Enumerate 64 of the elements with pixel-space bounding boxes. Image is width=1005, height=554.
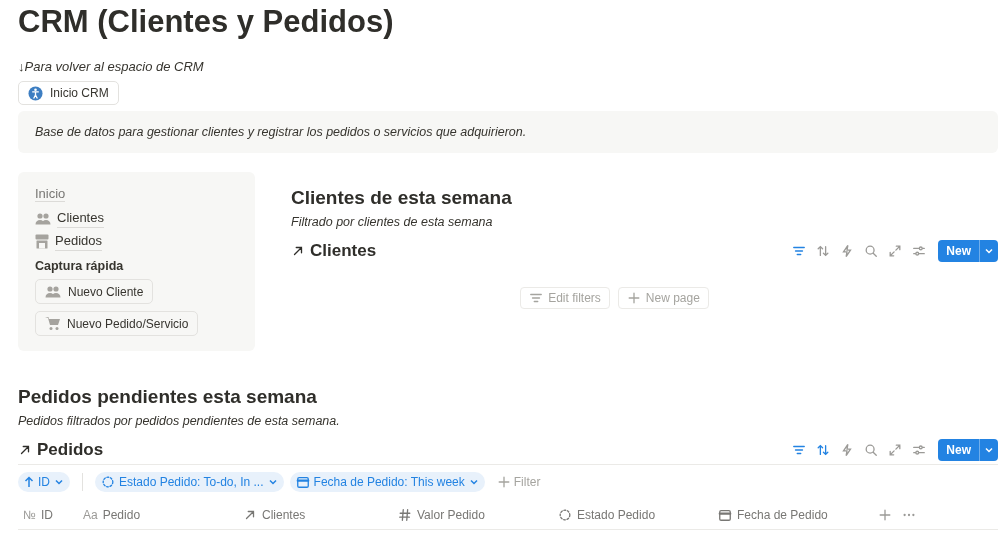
nav-link[interactable]: Pedidos [35,232,102,251]
new-button[interactable]: New [938,240,998,262]
search-icon [864,244,879,258]
empty-action-button[interactable]: New page [617,287,709,309]
nav-link[interactable]: Clientes [35,209,104,228]
filter-icon [529,291,544,305]
quick-add-button[interactable]: Nuevo Cliente [35,279,154,304]
filter-chip[interactable]: Fecha de Pedido: This week [289,472,485,492]
lightning-icon [840,244,855,258]
hash-icon [398,507,412,522]
home-link[interactable]: Inicio [35,186,66,202]
quick-add-button[interactable]: Nuevo Pedido/Servicio [35,311,199,336]
section-heading: Pedidos pendientes esta semana [18,385,318,409]
quick-capture-heading: Captura rápida [35,259,124,273]
column-header[interactable]: Valor Pedido [393,507,553,522]
settings-icon [912,244,927,258]
accessibility-icon [28,85,43,101]
add-filter-button[interactable]: Filter [490,474,547,490]
column-header[interactable]: Aa Pedido [78,507,238,522]
settings-icon [912,443,927,457]
database-link[interactable]: Clientes [291,241,377,261]
filter-chip[interactable]: Estado Pedido: To-do, In ... [95,472,284,492]
caret-icon [984,445,994,455]
arrow-icon [291,244,305,258]
section-subtitle: Filtrado por clientes de esta semana [291,215,494,229]
caret-icon [54,477,64,487]
up-arrow-icon [24,476,34,488]
column-header[interactable]: Estado Pedido [553,507,713,522]
status-icon [101,475,115,489]
expand-icon [888,443,903,457]
section-subtitle: Pedidos filtrados por pedidos pendientes de esta semana. [18,414,341,428]
plus-icon [626,291,641,305]
status-icon [558,507,572,522]
filter-icon [792,443,807,457]
new-button[interactable]: New [938,439,998,461]
store-icon [35,234,49,249]
caret-icon [984,246,994,256]
filter-icon [792,244,807,258]
sort-icon [816,244,831,258]
description-callout: Base de datos para gestionar clientes y registrar los pedidos o servicios que adquirieron. [18,111,998,153]
calendar-icon [295,475,310,489]
empty-action-button[interactable]: Edit filters [520,287,610,309]
people-icon [45,284,61,299]
section-heading: Clientes de esta semana [291,186,513,210]
column-header[interactable]: № ID [18,507,78,522]
arrow-icon [18,443,32,457]
back-note: ↓Para volver al espacio de CRM [18,58,205,76]
column-header[interactable]: Clientes [238,507,393,522]
search-icon [864,443,879,457]
plus-icon [496,475,511,489]
column-header[interactable]: Fecha de Pedido [713,507,873,522]
home-button[interactable]: Inicio CRM [18,81,119,105]
sort-chip[interactable]: ID [18,472,70,492]
plus-icon [878,507,892,522]
caret-icon [468,477,479,487]
page-title: CRM (Clientes y Pedidos) [18,3,395,41]
database-link[interactable]: Pedidos [18,440,104,460]
lightning-icon [840,443,855,457]
expand-icon [888,244,903,258]
sort-icon [816,443,831,457]
calendar-icon [718,507,732,522]
people-icon [35,211,51,226]
caret-icon [267,477,278,487]
cart-icon [45,316,60,331]
